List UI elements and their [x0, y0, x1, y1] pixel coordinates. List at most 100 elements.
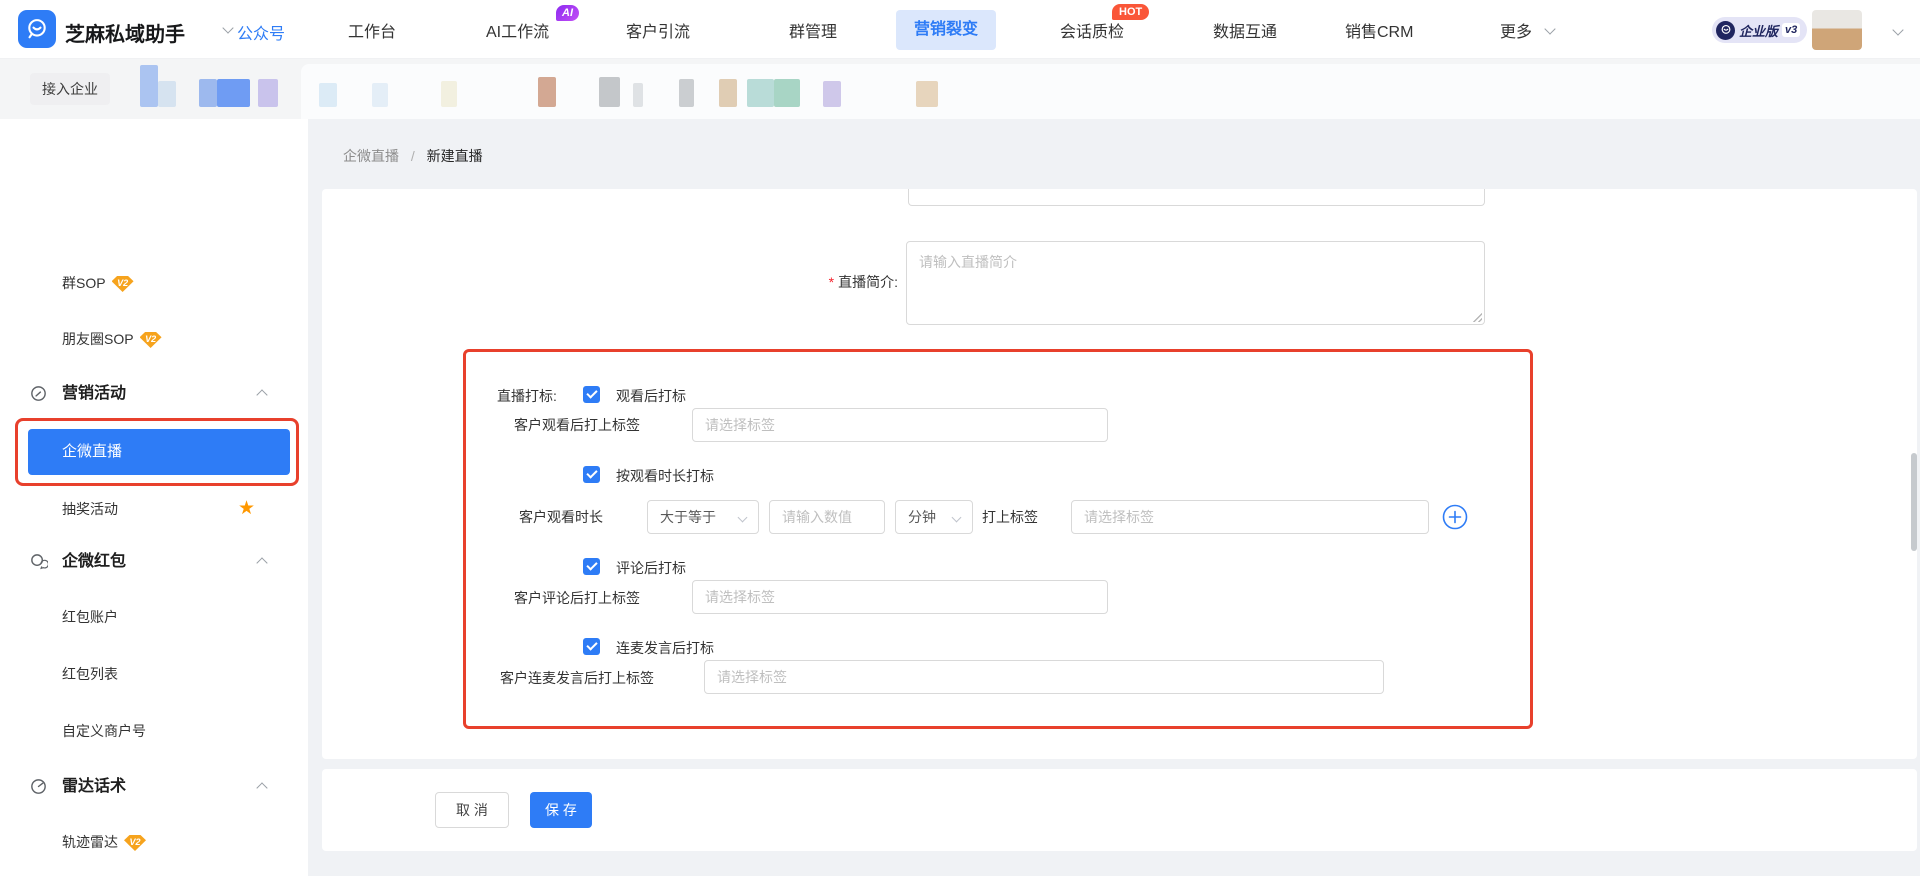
tag-select-comment[interactable]	[692, 580, 1108, 614]
enterprise-toolbar: 接入企业	[0, 59, 1920, 119]
breadcrumb-current: 新建直播	[426, 148, 483, 164]
tag-label: 打上标签	[982, 509, 1038, 525]
chevron-up-icon[interactable]	[256, 782, 268, 794]
nav-sales-crm[interactable]: 销售CRM	[1345, 18, 1413, 42]
nav-ai-workflow[interactable]: AI工作流	[486, 18, 549, 42]
sidebar-item-lottery[interactable]: 抽奖活动	[62, 499, 118, 519]
brand-logo-icon	[18, 10, 56, 48]
form-footer: 取 消 保 存	[322, 769, 1917, 851]
unit-select[interactable]: 分钟	[895, 500, 973, 534]
sidebar-item-moments-sop[interactable]: 朋友圈SOP V2	[62, 329, 162, 349]
truncated-input[interactable]	[908, 189, 1485, 206]
blurred-tag	[199, 79, 217, 107]
breadcrumb-parent[interactable]: 企微直播	[343, 148, 399, 164]
nav-marketing-fission[interactable]: 营销裂变	[896, 10, 997, 50]
tag-select-watch[interactable]	[692, 408, 1108, 442]
checkbox-mic-tag[interactable]	[583, 638, 600, 655]
blurred-tag	[774, 79, 800, 107]
star-icon: ★	[238, 498, 256, 519]
blurred-tag	[217, 79, 250, 107]
blurred-tag	[633, 83, 643, 107]
chevron-down-icon[interactable]	[222, 22, 234, 34]
blurred-tag	[441, 81, 457, 107]
blurred-tag	[140, 65, 158, 107]
form-card: *直播简介: 直播打标: 观看后打标 客户观看后打上标签 按观看时长打标 客户观…	[322, 189, 1917, 759]
blurred-tag	[747, 79, 774, 107]
sidebar-item-wecom-live[interactable]: 企微直播	[28, 429, 290, 475]
tagging-label: 直播打标:	[497, 388, 557, 404]
rule-field-label: 客户连麦发言后打上标签	[500, 670, 654, 686]
chevron-down-icon[interactable]	[1892, 24, 1904, 36]
top-navigation: 芝麻私域助手 公众号 工作台 AI工作流 AI 客户引流 群管理 营销裂变 会话…	[0, 0, 1920, 59]
rule-label: 按观看时长打标	[616, 468, 714, 484]
blurred-tag	[679, 79, 694, 107]
chevron-down-icon	[1544, 23, 1556, 35]
save-button[interactable]: 保 存	[530, 792, 592, 828]
chevron-down-icon	[737, 512, 748, 522]
v2-badge: V2	[111, 276, 134, 292]
nav-session-qc[interactable]: 会话质检	[1060, 18, 1124, 42]
chevron-up-icon[interactable]	[256, 557, 268, 569]
checkbox-duration-tag[interactable]	[583, 466, 600, 483]
sidebar: 群SOP V2 朋友圈SOP V2 营销活动 企微直播 抽奖活动 ★ 企微红包 红包…	[0, 119, 308, 876]
sidebar-section-marketing[interactable]: 营销活动	[62, 383, 126, 405]
sidebar-item-packet-list[interactable]: 红包列表	[62, 664, 118, 684]
operator-select[interactable]: 大于等于	[647, 500, 759, 534]
nav-group-management[interactable]: 群管理	[789, 18, 837, 42]
avatar[interactable]	[1812, 10, 1862, 50]
channel-link[interactable]: 公众号	[237, 20, 285, 44]
sidebar-section-radar[interactable]: 雷达话术	[62, 776, 126, 798]
blurred-tag	[372, 83, 388, 107]
add-rule-icon[interactable]	[1442, 504, 1468, 530]
tag-select-duration[interactable]	[1071, 500, 1429, 534]
scrollbar-thumb[interactable]	[1911, 453, 1917, 551]
blurred-tag	[158, 81, 176, 107]
hot-badge: HOT	[1112, 4, 1150, 20]
chevron-up-icon[interactable]	[256, 389, 268, 401]
live-intro-textarea[interactable]	[906, 241, 1485, 325]
checkbox-watch-tag[interactable]	[583, 386, 600, 403]
required-asterisk: *	[828, 274, 835, 290]
blurred-tag	[258, 79, 278, 107]
rule-field-label: 客户观看时长	[519, 509, 603, 525]
nav-workbench[interactable]: 工作台	[348, 18, 396, 42]
red-packet-icon	[31, 554, 48, 570]
radar-icon	[31, 779, 46, 794]
rule-label: 评论后打标	[616, 560, 686, 576]
app-window: 芝麻私域助手 公众号 工作台 AI工作流 AI 客户引流 群管理 营销裂变 会话…	[0, 0, 1920, 876]
blurred-tag	[719, 79, 737, 107]
connect-enterprise-button[interactable]: 接入企业	[30, 73, 110, 105]
edition-logo-icon	[1716, 20, 1735, 40]
nav-more[interactable]: 更多	[1500, 18, 1532, 42]
rule-field-label: 客户评论后打上标签	[514, 590, 640, 606]
edition-badge: 企业版 v3	[1712, 17, 1808, 43]
marketing-activity-icon	[31, 386, 46, 401]
sidebar-item-track-radar[interactable]: 轨迹雷达 V2	[62, 832, 146, 852]
intro-label: * 直播简介:	[828, 274, 898, 290]
rule-field-label: 客户观看后打上标签	[514, 417, 640, 433]
sidebar-item-group-sop[interactable]: 群SOP V2	[62, 273, 134, 293]
app-title: 芝麻私域助手	[65, 24, 185, 46]
breadcrumb: 企微直播 / 新建直播	[343, 146, 483, 166]
checkbox-comment-tag[interactable]	[583, 558, 600, 575]
breadcrumb-separator: /	[410, 148, 415, 164]
nav-customer-acquisition[interactable]: 客户引流	[626, 18, 690, 42]
blurred-tag	[916, 81, 938, 107]
v2-badge: V2	[139, 332, 162, 348]
v2-badge: V2	[124, 835, 146, 851]
duration-value-input[interactable]	[769, 500, 885, 534]
rule-label: 观看后打标	[616, 388, 686, 404]
blurred-tag	[319, 83, 337, 107]
sidebar-section-red-packet[interactable]: 企微红包	[62, 551, 126, 573]
rule-label: 连麦发言后打标	[616, 640, 714, 656]
blurred-tag	[599, 77, 620, 107]
sidebar-item-custom-merchant[interactable]: 自定义商户号	[62, 721, 146, 741]
sidebar-item-packet-account[interactable]: 红包账户	[62, 607, 118, 627]
blurred-tag	[823, 81, 841, 107]
tag-select-mic[interactable]	[704, 660, 1384, 694]
edition-label: 企业版	[1739, 23, 1779, 39]
chevron-down-icon	[951, 512, 962, 522]
edition-version: v3	[1782, 23, 1801, 37]
cancel-button[interactable]: 取 消	[435, 792, 509, 828]
nav-data-exchange[interactable]: 数据互通	[1213, 18, 1277, 42]
